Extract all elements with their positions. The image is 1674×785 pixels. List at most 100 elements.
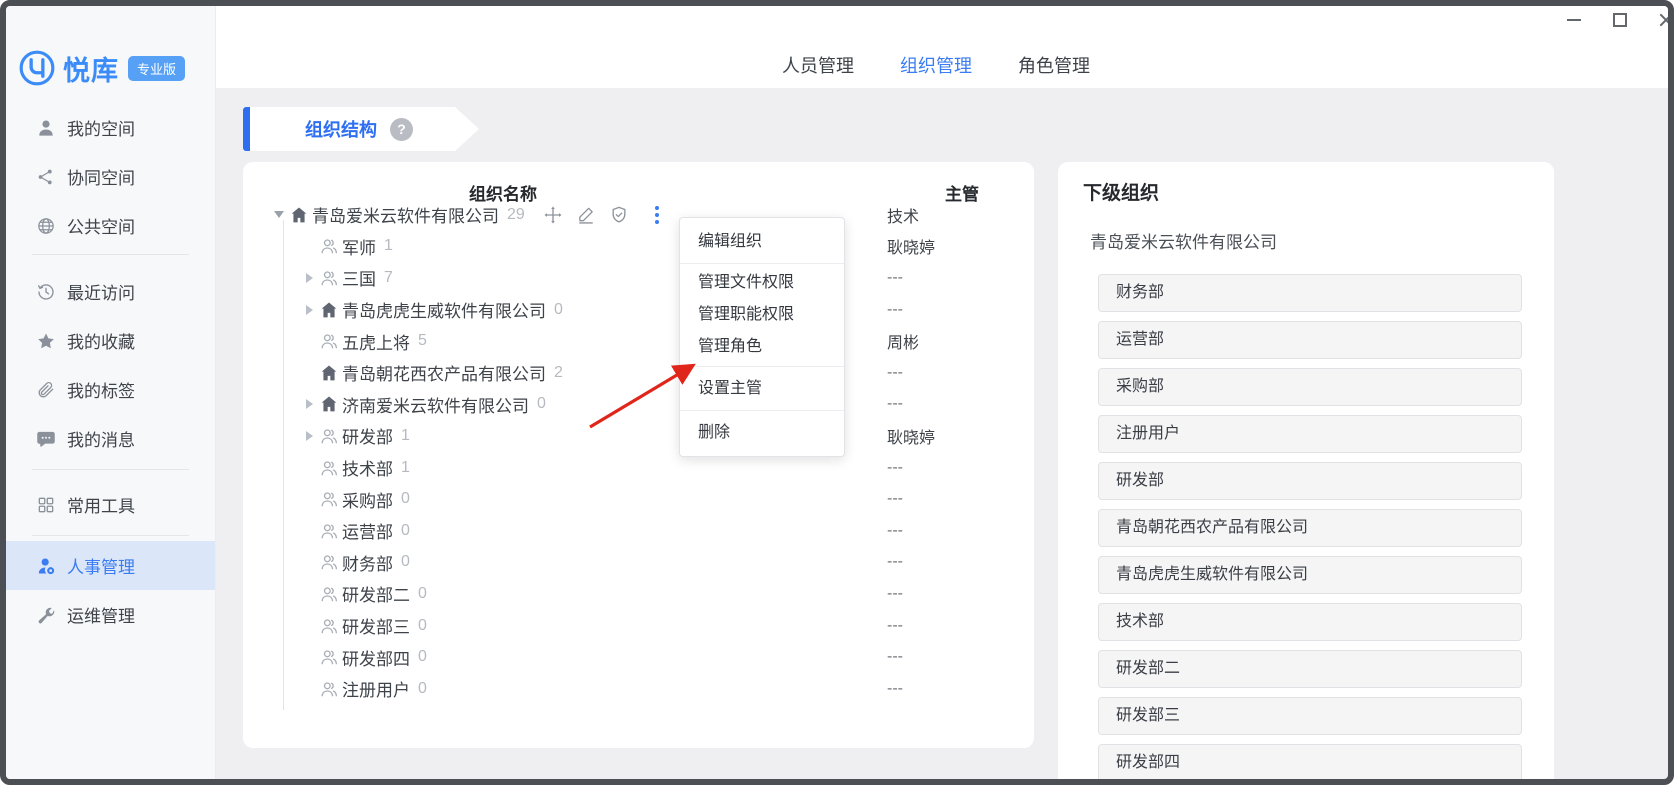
- tree-row[interactable]: 注册用户0---: [243, 673, 1034, 705]
- sub-org-card[interactable]: 研发部二: [1098, 650, 1522, 688]
- people-icon: [319, 331, 339, 351]
- tree-row[interactable]: 采购部0---: [243, 483, 1034, 515]
- sidebar-item-team-space[interactable]: 协同空间: [6, 152, 215, 201]
- maximize-button[interactable]: [1612, 12, 1628, 28]
- tree-row[interactable]: 青岛虎虎生威软件有限公司0---: [243, 294, 1034, 326]
- shield-icon[interactable]: [609, 205, 629, 225]
- org-member-count: 0: [401, 490, 410, 508]
- org-member-count: 1: [401, 427, 410, 445]
- tree-row[interactable]: 五虎上将5周彬: [243, 325, 1034, 357]
- people-icon: [319, 616, 339, 636]
- sub-org-card[interactable]: 研发部: [1098, 462, 1522, 500]
- tree-row[interactable]: 三国7---: [243, 262, 1034, 294]
- org-member-count: 0: [401, 522, 410, 540]
- context-menu: 编辑组织管理文件权限管理职能权限管理角色设置主管删除: [679, 217, 845, 457]
- sub-org-card[interactable]: 技术部: [1098, 603, 1522, 641]
- sidebar-item-label: 公共空间: [67, 213, 135, 238]
- tab-org-structure[interactable]: 组织结构 ?: [243, 107, 479, 151]
- caret-right-icon[interactable]: [299, 394, 319, 414]
- org-member-count: 0: [554, 301, 563, 319]
- caret-down-icon[interactable]: [269, 205, 289, 225]
- share-icon: [36, 167, 56, 187]
- tree-row[interactable]: 军师1耿晓婷: [243, 231, 1034, 263]
- tab-role-management[interactable]: 角色管理: [1018, 52, 1090, 78]
- tree-row[interactable]: 财务部0---: [243, 547, 1034, 579]
- tab-personnel-management[interactable]: 人员管理: [782, 52, 854, 78]
- tree-row[interactable]: 济南爱米云软件有限公司0---: [243, 389, 1034, 421]
- tab-organization-management[interactable]: 组织管理: [900, 52, 972, 78]
- sidebar-item-label: 我的收藏: [67, 328, 135, 353]
- move-icon[interactable]: [543, 205, 563, 225]
- menu-item-set-supervisor[interactable]: 设置主管: [680, 370, 844, 407]
- org-name: 青岛爱米云软件有限公司: [312, 202, 499, 227]
- tree-row[interactable]: 研发部1耿晓婷: [243, 420, 1034, 452]
- sub-org-card[interactable]: 财务部: [1098, 274, 1522, 312]
- sub-org-list: 财务部运营部采购部注册用户研发部青岛朝花西农产品有限公司青岛虎虎生威软件有限公司…: [1098, 274, 1522, 785]
- sidebar-item-my-tags[interactable]: 我的标签: [6, 365, 215, 414]
- menu-item-edit-org[interactable]: 编辑组织: [680, 223, 844, 260]
- people-icon: [319, 521, 339, 541]
- tree-row[interactable]: 研发部四0---: [243, 641, 1034, 673]
- caret-right-icon[interactable]: [299, 300, 319, 320]
- parent-org-name: 青岛爱米云软件有限公司: [1090, 228, 1277, 253]
- main-area: 人员管理组织管理角色管理 组织结构 ? 组织名称 主管 青岛爱米云软件有限公司2…: [216, 6, 1668, 779]
- minimize-button[interactable]: [1566, 12, 1582, 28]
- sidebar-divider: [32, 254, 189, 255]
- menu-item-manage-roles[interactable]: 管理角色: [680, 331, 844, 363]
- sub-org-card[interactable]: 运营部: [1098, 321, 1522, 359]
- tree-row[interactable]: 运营部0---: [243, 515, 1034, 547]
- app-logo-icon: [18, 49, 56, 87]
- caret-spacer: [299, 331, 319, 351]
- supervisor-value: 技术: [887, 203, 919, 227]
- edit-icon[interactable]: [576, 205, 596, 225]
- tree-row[interactable]: 青岛爱米云软件有限公司29技术: [243, 199, 1034, 231]
- clip-icon: [36, 380, 56, 400]
- sub-org-card[interactable]: 研发部三: [1098, 697, 1522, 735]
- sidebar-item-ops-management[interactable]: 运维管理: [6, 590, 215, 639]
- app-window: 悦库 专业版 我的空间协同空间公共空间最近访问我的收藏我的标签我的消息常用工具人…: [0, 0, 1674, 785]
- supervisor-value: ---: [887, 364, 903, 382]
- tree-row[interactable]: 青岛朝花西农产品有限公司2---: [243, 357, 1034, 389]
- org-member-count: 7: [384, 269, 393, 287]
- sidebar-nav: 我的空间协同空间公共空间最近访问我的收藏我的标签我的消息常用工具人事管理运维管理: [6, 103, 215, 639]
- supervisor-value: ---: [887, 459, 903, 477]
- sidebar-item-public-space[interactable]: 公共空间: [6, 201, 215, 250]
- supervisor-value: ---: [887, 301, 903, 319]
- supervisor-value: ---: [887, 553, 903, 571]
- caret-right-icon[interactable]: [299, 426, 319, 446]
- caret-spacer: [299, 616, 319, 636]
- close-button[interactable]: [1658, 12, 1674, 28]
- caret-spacer: [299, 679, 319, 699]
- sidebar-item-common-tools[interactable]: 常用工具: [6, 480, 215, 529]
- tree-row[interactable]: 研发部二0---: [243, 578, 1034, 610]
- sidebar-item-hr-management[interactable]: 人事管理: [6, 541, 215, 590]
- menu-group: 管理文件权限管理职能权限管理角色: [680, 264, 844, 366]
- sidebar-item-my-space[interactable]: 我的空间: [6, 103, 215, 152]
- tree-row[interactable]: 技术部1---: [243, 452, 1034, 484]
- sidebar-divider: [32, 535, 189, 536]
- caret-spacer: [299, 552, 319, 572]
- sub-org-card[interactable]: 青岛朝花西农产品有限公司: [1098, 509, 1522, 547]
- tree-row[interactable]: 研发部三0---: [243, 610, 1034, 642]
- people-icon: [319, 426, 339, 446]
- sidebar-item-my-favorites[interactable]: 我的收藏: [6, 316, 215, 365]
- caret-spacer: [299, 584, 319, 604]
- sub-org-card[interactable]: 注册用户: [1098, 415, 1522, 453]
- org-tree-panel: 组织名称 主管 青岛爱米云软件有限公司29技术军师1耿晓婷三国7---青岛虎虎生…: [243, 162, 1034, 748]
- menu-item-delete[interactable]: 删除: [680, 414, 844, 451]
- org-member-count: 0: [418, 585, 427, 603]
- sidebar-item-recent-visits[interactable]: 最近访问: [6, 267, 215, 316]
- sidebar-item-my-messages[interactable]: 我的消息: [6, 414, 215, 463]
- supervisor-value: 周彬: [887, 329, 919, 353]
- people-icon: [319, 236, 339, 256]
- sub-org-card[interactable]: 采购部: [1098, 368, 1522, 406]
- org-name: 青岛朝花西农产品有限公司: [342, 360, 546, 385]
- help-icon[interactable]: ?: [390, 118, 413, 141]
- menu-item-manage-file-permissions[interactable]: 管理文件权限: [680, 267, 844, 299]
- sidebar-item-label: 我的消息: [67, 426, 135, 451]
- menu-item-manage-function-permissions[interactable]: 管理职能权限: [680, 299, 844, 331]
- more-menu-trigger-icon[interactable]: [655, 206, 659, 224]
- sub-org-card[interactable]: 研发部四: [1098, 744, 1522, 782]
- caret-right-icon[interactable]: [299, 268, 319, 288]
- sub-org-card[interactable]: 青岛虎虎生威软件有限公司: [1098, 556, 1522, 594]
